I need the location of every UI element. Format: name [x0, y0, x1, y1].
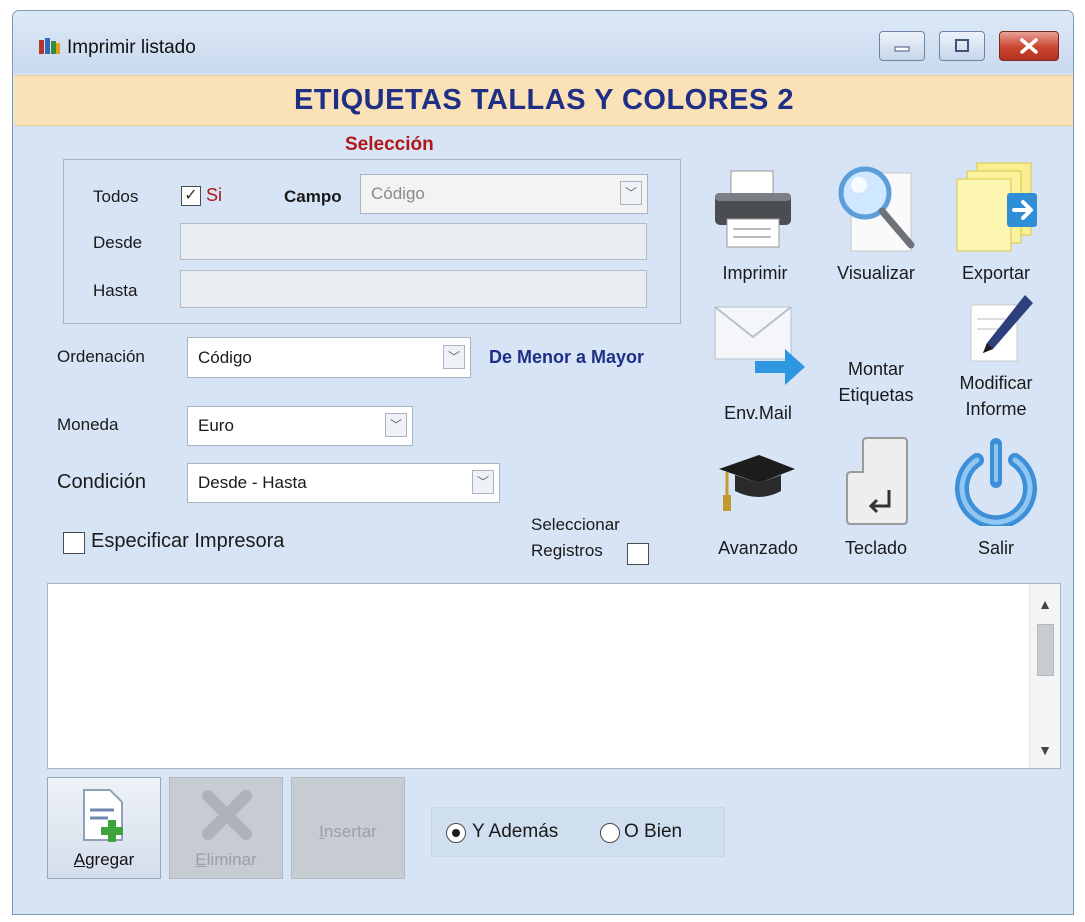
imprimir-button[interactable]: Imprimir [703, 161, 807, 291]
campo-select[interactable]: Código ﹀ [360, 174, 648, 214]
graduation-cap-icon [719, 455, 795, 511]
scroll-down-icon[interactable]: ▼ [1030, 736, 1060, 764]
maximize-button[interactable] [939, 31, 985, 61]
campo-value: Código [371, 184, 425, 203]
seleccionar-registros-checkbox[interactable] [627, 543, 649, 565]
conditions-memo[interactable]: ▲ ▼ [47, 583, 1061, 769]
teclado-button[interactable]: Teclado [821, 436, 931, 561]
insertar-label: Insertar [319, 822, 377, 841]
salir-button[interactable]: Salir [941, 436, 1051, 561]
registros-label: Registros [531, 541, 603, 560]
agregar-label: Agregar [73, 850, 135, 869]
delete-x-icon [202, 790, 252, 840]
condicion-value: Desde - Hasta [198, 473, 307, 492]
chevron-down-icon: ﹀ [385, 413, 407, 437]
avanzado-button[interactable]: Avanzado [703, 441, 813, 561]
chevron-down-icon: ﹀ [620, 181, 642, 205]
print-listing-window: Imprimir listado ETIQUETAS TALLAS Y COLO… [12, 10, 1074, 915]
modificar-label-1: Modificar [959, 373, 1033, 393]
modificar-informe-button[interactable]: Modificar Informe [941, 291, 1051, 441]
o-bien-radio[interactable] [600, 823, 620, 843]
seleccionar-label: Seleccionar [531, 515, 620, 534]
window-title: Imprimir listado [67, 37, 196, 58]
moneda-value: Euro [198, 416, 234, 435]
eliminar-label: Eliminar [195, 850, 257, 869]
visualizar-label: Visualizar [837, 263, 915, 283]
chevron-down-icon: ﹀ [472, 470, 494, 494]
report-heading: ETIQUETAS TALLAS Y COLORES 2 [14, 75, 1073, 126]
todos-label: Todos [93, 187, 139, 206]
montar-etiquetas-button[interactable]: Montar Etiquetas [821, 351, 931, 431]
montar-label-2: Etiquetas [838, 385, 914, 405]
export-icon [956, 162, 1037, 252]
exportar-label: Exportar [961, 263, 1031, 283]
montar-label-1: Montar [847, 359, 905, 379]
campo-label: Campo [284, 187, 342, 206]
hasta-field[interactable] [180, 270, 647, 308]
condicion-select[interactable]: Desde - Hasta ﹀ [187, 463, 500, 503]
teclado-label: Teclado [844, 538, 908, 558]
power-icon [955, 438, 1037, 526]
y-ademas-label: Y Además [472, 821, 559, 842]
agregar-button[interactable]: Agregar [47, 777, 161, 879]
mail-icon [714, 306, 805, 385]
title-bar: Imprimir listado [13, 11, 1073, 73]
scroll-thumb[interactable] [1037, 624, 1054, 676]
eliminar-button[interactable]: Eliminar [169, 777, 283, 879]
salir-label: Salir [977, 538, 1014, 558]
moneda-select[interactable]: Euro ﹀ [187, 406, 413, 446]
ordenacion-label: Ordenación [57, 347, 145, 366]
imprimir-label: Imprimir [722, 263, 788, 283]
exportar-button[interactable]: Exportar [941, 161, 1051, 291]
magnifier-icon [838, 166, 915, 252]
moneda-label: Moneda [57, 415, 119, 434]
selection-title: Selección [345, 134, 434, 155]
modificar-label-2: Informe [965, 399, 1027, 419]
vertical-scrollbar[interactable]: ▲ ▼ [1029, 584, 1060, 768]
insertar-button[interactable]: Insertar [291, 777, 405, 879]
close-icon [1020, 38, 1038, 54]
especificar-impresora-label: Especificar Impresora [91, 530, 285, 552]
condicion-label: Condición [57, 471, 146, 493]
especificar-impresora-checkbox[interactable] [63, 532, 85, 554]
ordenacion-value: Código [198, 348, 252, 367]
si-label: Si [206, 185, 223, 205]
close-button[interactable] [999, 31, 1059, 61]
chevron-down-icon: ﹀ [443, 345, 465, 369]
envmail-button[interactable]: Env.Mail [703, 301, 813, 441]
pencil-icon [970, 295, 1033, 362]
si-checkbox[interactable]: ✓ [181, 186, 201, 206]
y-ademas-radio[interactable] [446, 823, 466, 843]
order-direction-link[interactable]: De Menor a Mayor [489, 347, 644, 368]
printer-icon [715, 170, 791, 248]
add-document-icon [83, 789, 123, 842]
ordenacion-select[interactable]: Código ﹀ [187, 337, 471, 378]
o-bien-label: O Bien [624, 821, 683, 842]
desde-label: Desde [93, 233, 143, 252]
hasta-label: Hasta [93, 281, 138, 300]
minimize-button[interactable] [879, 31, 925, 61]
logic-radio-group: Y Además O Bien [431, 807, 725, 857]
app-icon [39, 38, 60, 54]
scroll-up-icon[interactable]: ▲ [1030, 590, 1060, 618]
enter-key-icon [846, 437, 908, 525]
visualizar-button[interactable]: Visualizar [821, 161, 931, 291]
desde-field[interactable] [180, 223, 647, 260]
